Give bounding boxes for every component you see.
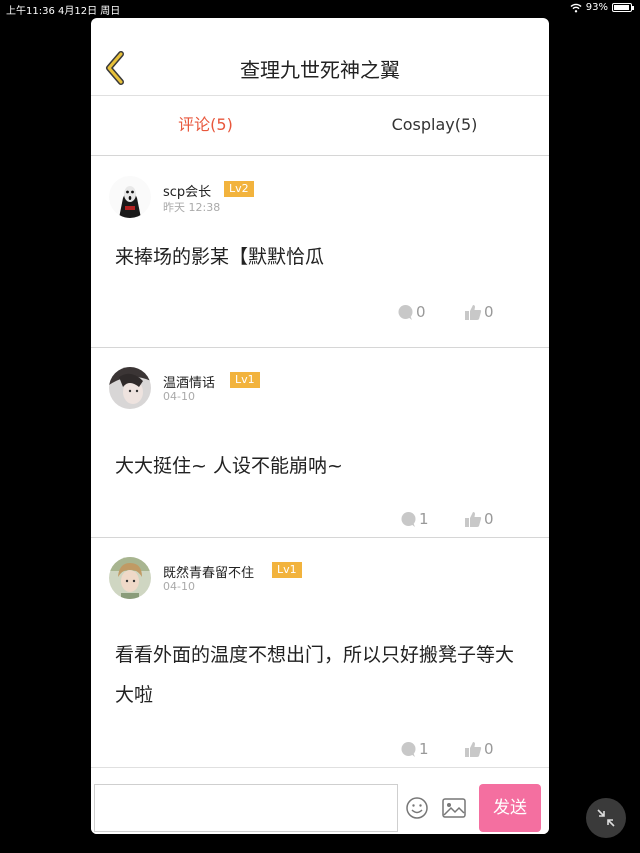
reply-count-value: 1: [419, 740, 429, 758]
battery-percent: 93%: [585, 2, 608, 13]
wifi-icon: [570, 3, 582, 12]
avatar-image: [109, 176, 151, 218]
comment-text: 大大挺住~ 人设不能崩呐~: [115, 455, 343, 477]
reply-count[interactable]: 1: [400, 510, 429, 528]
collapse-arrows-icon: [597, 809, 615, 827]
tab-bar: 评论(5) Cosplay(5): [91, 97, 549, 156]
reply-count[interactable]: 1: [400, 740, 429, 758]
level-badge: Lv1: [272, 562, 302, 578]
emoji-button[interactable]: [405, 796, 429, 820]
comments-panel: 查理九世死神之翼 评论(5) Cosplay(5) scp会长 Lv2 昨天 1…: [91, 18, 549, 834]
comment-bubble-icon: [401, 511, 416, 527]
comment-time: 昨天 12:38: [163, 201, 221, 214]
status-time-date: 上午11:36 4月12日 周日: [6, 6, 121, 17]
comment-bubble-icon: [398, 304, 413, 320]
avatar[interactable]: [109, 367, 151, 409]
send-button[interactable]: 发送: [479, 784, 541, 832]
username[interactable]: 既然青春留不住: [163, 562, 254, 581]
image-icon: [442, 798, 466, 818]
avatar-image: [109, 367, 151, 409]
comment-bubble-icon: [401, 741, 416, 757]
username[interactable]: 温酒情话: [163, 372, 215, 391]
comment-text: 来捧场的影某【默默恰瓜: [115, 246, 325, 268]
image-button[interactable]: [441, 796, 467, 820]
reply-count-value: 0: [416, 303, 426, 321]
comment-input[interactable]: [94, 784, 398, 832]
thumbs-up-icon: [465, 741, 482, 757]
reply-count[interactable]: 0: [397, 303, 426, 321]
page-title: 查理九世死神之翼: [240, 58, 400, 82]
battery-icon: [612, 3, 634, 12]
shrink-button[interactable]: [586, 798, 626, 838]
tab-comments[interactable]: 评论(5): [91, 97, 320, 156]
like-count[interactable]: 0: [464, 303, 494, 321]
comment-time: 04-10: [163, 580, 195, 593]
comment-time: 04-10: [163, 390, 195, 403]
status-bar: 上午11:36 4月12日 周日 93%: [0, 0, 640, 17]
thumbs-up-icon: [465, 304, 482, 320]
avatar[interactable]: [109, 557, 151, 599]
comment-text: 看看外面的温度不想出门，所以只好搬凳子等大大啦: [115, 644, 515, 706]
avatar-image: [109, 557, 151, 599]
reply-count-value: 1: [419, 510, 429, 528]
like-count-value: 0: [484, 303, 494, 321]
comment-item: scp会长 Lv2 昨天 12:38 来捧场的影某【默默恰瓜 0 0: [91, 157, 549, 348]
comment-input-bar: 发送: [91, 767, 549, 834]
level-badge: Lv2: [224, 181, 254, 197]
like-count-value: 0: [484, 740, 494, 758]
thumbs-up-icon: [465, 511, 482, 527]
status-right: 93%: [570, 2, 634, 13]
comment-item: 既然青春留不住 Lv1 04-10 看看外面的温度不想出门，所以只好搬凳子等大大…: [91, 539, 549, 767]
tab-cosplay[interactable]: Cosplay(5): [320, 97, 549, 156]
username[interactable]: scp会长: [163, 181, 211, 200]
header: 查理九世死神之翼: [91, 18, 549, 96]
like-count[interactable]: 0: [464, 740, 494, 758]
smiley-icon: [406, 797, 428, 819]
like-count[interactable]: 0: [464, 510, 494, 528]
battery-fill: [614, 5, 629, 10]
like-count-value: 0: [484, 510, 494, 528]
avatar[interactable]: [109, 176, 151, 218]
comment-item: 温酒情话 Lv1 04-10 大大挺住~ 人设不能崩呐~ 1 0: [91, 349, 549, 538]
level-badge: Lv1: [230, 372, 260, 388]
